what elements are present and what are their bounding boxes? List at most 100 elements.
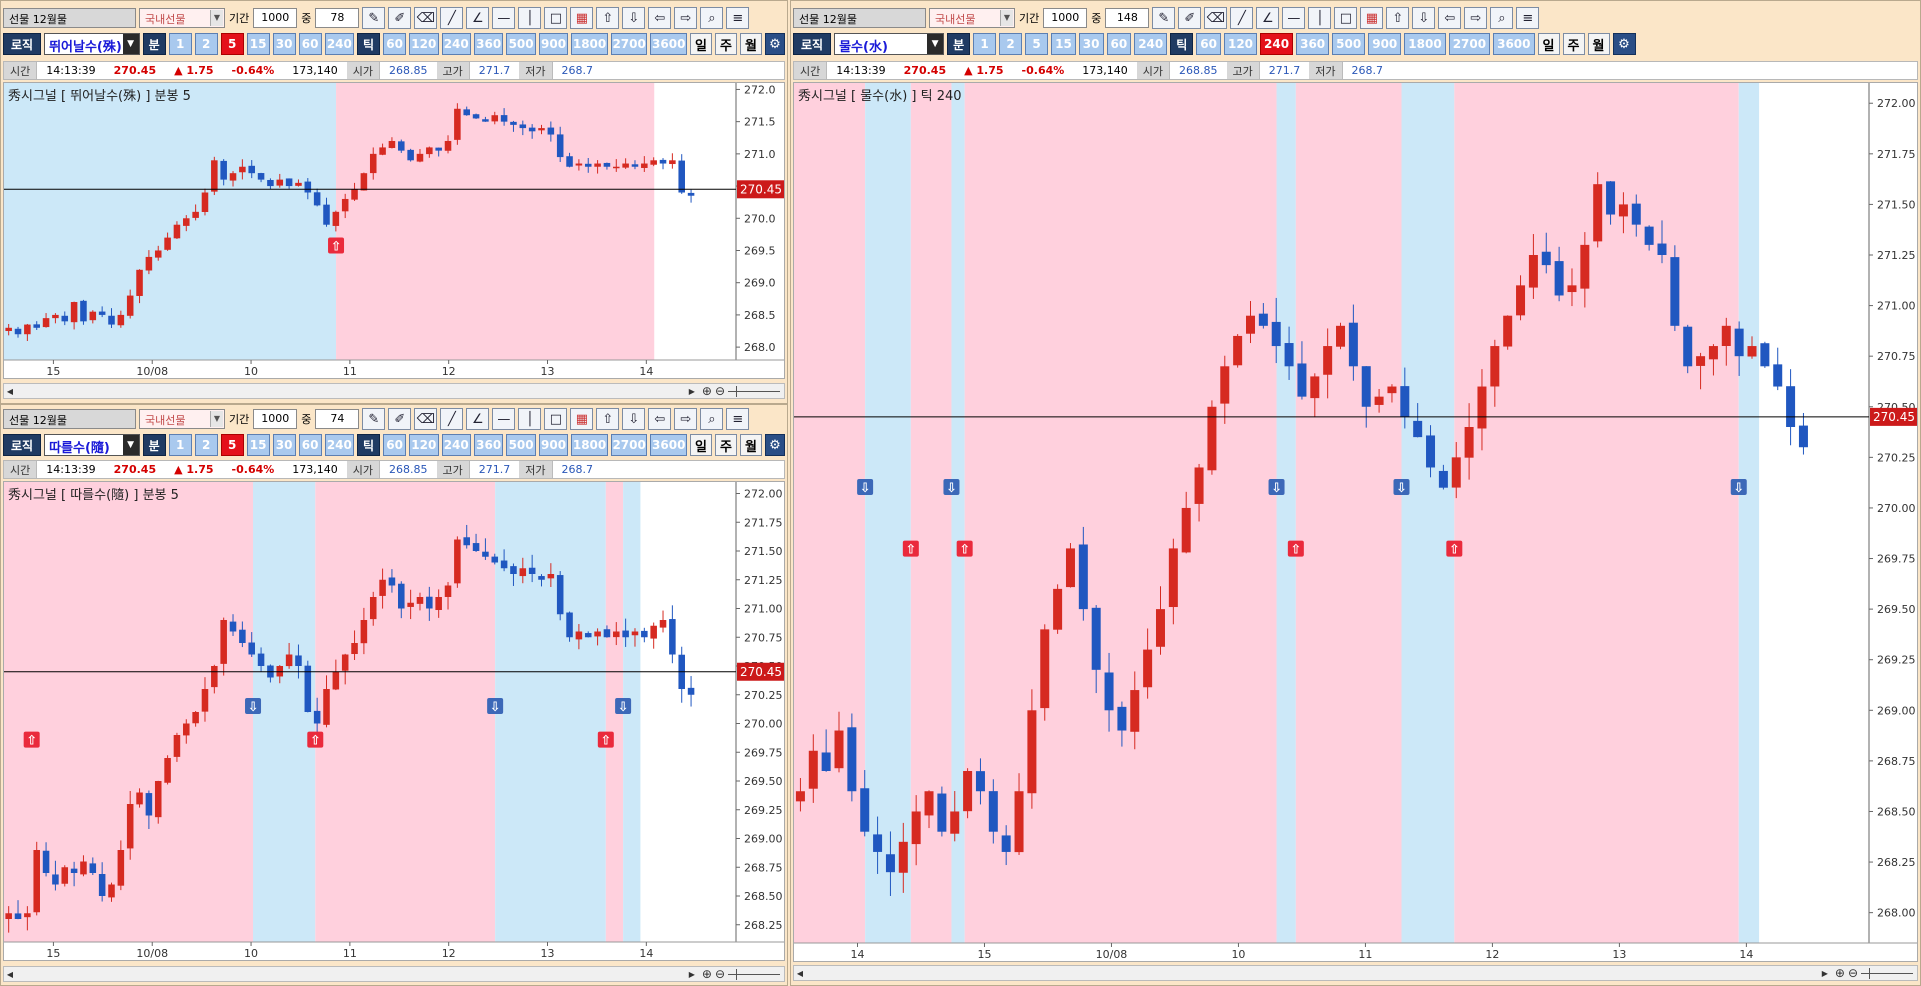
tick-period-2700[interactable]: 2700 [1448, 33, 1491, 55]
minute-period-5[interactable]: 5 [220, 434, 244, 456]
edit-icon[interactable]: ✐ [1178, 7, 1202, 29]
menu-icon[interactable]: ≡ [1516, 7, 1540, 29]
pencil-icon[interactable]: ✎ [362, 408, 386, 430]
minute-period-240[interactable]: 240 [324, 434, 355, 456]
rectangle-icon[interactable]: □ [544, 7, 568, 29]
zoom-slider[interactable] [728, 968, 780, 980]
arrow-right-icon[interactable]: ⇨ [674, 408, 698, 430]
line-icon[interactable]: ╱ [440, 7, 464, 29]
minute-period-1[interactable]: 1 [168, 33, 192, 55]
week-button[interactable]: 주 [715, 33, 737, 55]
zoom-out-icon[interactable]: ⊖ [715, 967, 725, 981]
arrow-up-icon[interactable]: ⇧ [596, 7, 620, 29]
horizontal-line-icon[interactable]: — [492, 408, 516, 430]
vertical-line-icon[interactable]: │ [1308, 7, 1332, 29]
zoom-fit-icon[interactable]: ⌕ [700, 408, 724, 430]
rectangle-icon[interactable]: □ [544, 408, 568, 430]
zoom-out-icon[interactable]: ⊖ [1848, 966, 1858, 980]
chevron-down-icon[interactable]: ▼ [122, 34, 139, 54]
minute-period-30[interactable]: 30 [1078, 33, 1104, 55]
market-select[interactable]: 선물 12월물 [3, 8, 136, 28]
arrow-down-icon[interactable]: ⇩ [622, 408, 646, 430]
tick-period-360[interactable]: 360 [473, 33, 504, 55]
chevron-down-icon[interactable]: ▼ [210, 10, 223, 26]
scroll-track[interactable] [16, 384, 686, 398]
tick-period-240[interactable]: 240 [441, 33, 471, 55]
zoom-slider[interactable] [728, 385, 780, 397]
minute-period-2[interactable]: 2 [999, 33, 1023, 55]
month-button[interactable]: 월 [740, 33, 762, 55]
tick-period-240[interactable]: 240 [1260, 33, 1294, 55]
line-icon[interactable]: ╱ [440, 408, 464, 430]
market-select[interactable]: 선물 12월물 [793, 8, 926, 28]
zoom-in-icon[interactable]: ⊕ [702, 384, 712, 398]
scroll-right-icon[interactable]: ▶ [686, 384, 698, 398]
period-input[interactable]: 1000 [253, 409, 298, 429]
minute-label[interactable]: 분 [142, 434, 166, 456]
minute-period-30[interactable]: 30 [272, 434, 296, 456]
tick-period-900[interactable]: 900 [1368, 33, 1402, 55]
scroll-right-icon[interactable]: ▶ [1819, 966, 1831, 980]
tick-label[interactable]: 틱 [1170, 33, 1194, 55]
edit-icon[interactable]: ✐ [388, 7, 412, 29]
minute-period-5[interactable]: 5 [220, 33, 244, 55]
arrow-left-icon[interactable]: ⇦ [648, 408, 672, 430]
horizontal-scrollbar[interactable]: ◀ ▶ ⊕ ⊖ [3, 966, 785, 982]
price-chart[interactable]: 272.00 271.75 271.50 271.25 271.00 270.75 270.… [793, 82, 1918, 962]
tick-period-3600[interactable]: 3600 [650, 434, 687, 456]
angle-line-icon[interactable]: ∠ [466, 7, 490, 29]
scroll-left-icon[interactable]: ◀ [794, 966, 806, 980]
chevron-down-icon[interactable]: ▼ [210, 411, 223, 427]
strategy-select[interactable]: 따를수(隨) ▼ [44, 434, 140, 456]
candlestick-chart[interactable]: 272.0271.5271.0270.5270.0269.5269.0268.5… [4, 83, 785, 379]
scroll-right-icon[interactable]: ▶ [686, 967, 698, 981]
zoom-in-icon[interactable]: ⊕ [702, 967, 712, 981]
period-input[interactable]: 1000 [1043, 8, 1088, 28]
arrow-down-icon[interactable]: ⇩ [1412, 7, 1436, 29]
week-button[interactable]: 주 [1562, 33, 1585, 55]
tick-period-360[interactable]: 360 [1296, 33, 1330, 55]
tick-period-120[interactable]: 120 [1223, 33, 1258, 55]
count-input[interactable]: 74 [315, 409, 360, 429]
month-button[interactable]: 월 [1587, 33, 1610, 55]
minute-period-60[interactable]: 60 [1106, 33, 1132, 55]
zoom-in-icon[interactable]: ⊕ [1835, 966, 1845, 980]
scroll-left-icon[interactable]: ◀ [4, 384, 16, 398]
day-button[interactable]: 일 [690, 434, 712, 456]
arrow-up-icon[interactable]: ⇧ [1386, 7, 1410, 29]
tick-period-900[interactable]: 900 [538, 33, 569, 55]
gear-icon[interactable]: ⚙ [765, 33, 785, 55]
eraser-icon[interactable]: ⌫ [414, 7, 438, 29]
logic-button[interactable]: 로직 [793, 33, 832, 55]
logic-button[interactable]: 로직 [3, 33, 42, 55]
week-button[interactable]: 주 [715, 434, 737, 456]
eraser-icon[interactable]: ⌫ [414, 408, 438, 430]
chevron-down-icon[interactable]: ▼ [927, 34, 944, 54]
minute-period-1[interactable]: 1 [973, 33, 997, 55]
arrow-left-icon[interactable]: ⇦ [648, 7, 672, 29]
day-button[interactable]: 일 [1537, 33, 1560, 55]
tick-period-120[interactable]: 120 [409, 434, 439, 456]
horizontal-scrollbar[interactable]: ◀ ▶ ⊕ ⊖ [3, 383, 785, 399]
arrow-up-icon[interactable]: ⇧ [596, 408, 620, 430]
market-select[interactable]: 선물 12월물 [3, 409, 136, 429]
period-input[interactable]: 1000 [253, 8, 298, 28]
minute-period-240[interactable]: 240 [1134, 33, 1168, 55]
tick-period-500[interactable]: 500 [1332, 33, 1366, 55]
minute-period-2[interactable]: 2 [194, 33, 218, 55]
scroll-left-icon[interactable]: ◀ [4, 967, 16, 981]
minute-period-15[interactable]: 15 [246, 434, 270, 456]
tick-label[interactable]: 틱 [357, 33, 381, 55]
rectangle-icon[interactable]: □ [1334, 7, 1358, 29]
day-button[interactable]: 일 [690, 33, 712, 55]
minute-period-1[interactable]: 1 [168, 434, 192, 456]
zoom-out-icon[interactable]: ⊖ [715, 384, 725, 398]
tick-period-3600[interactable]: 3600 [650, 33, 687, 55]
zoom-fit-icon[interactable]: ⌕ [1490, 7, 1514, 29]
domestic-futures-select[interactable]: 국내선물 ▼ [139, 409, 225, 429]
minute-period-60[interactable]: 60 [298, 434, 322, 456]
strategy-select[interactable]: 물수(水) ▼ [834, 33, 945, 55]
angle-line-icon[interactable]: ∠ [466, 408, 490, 430]
pencil-icon[interactable]: ✎ [1152, 7, 1176, 29]
tick-period-1800[interactable]: 1800 [1404, 33, 1446, 55]
